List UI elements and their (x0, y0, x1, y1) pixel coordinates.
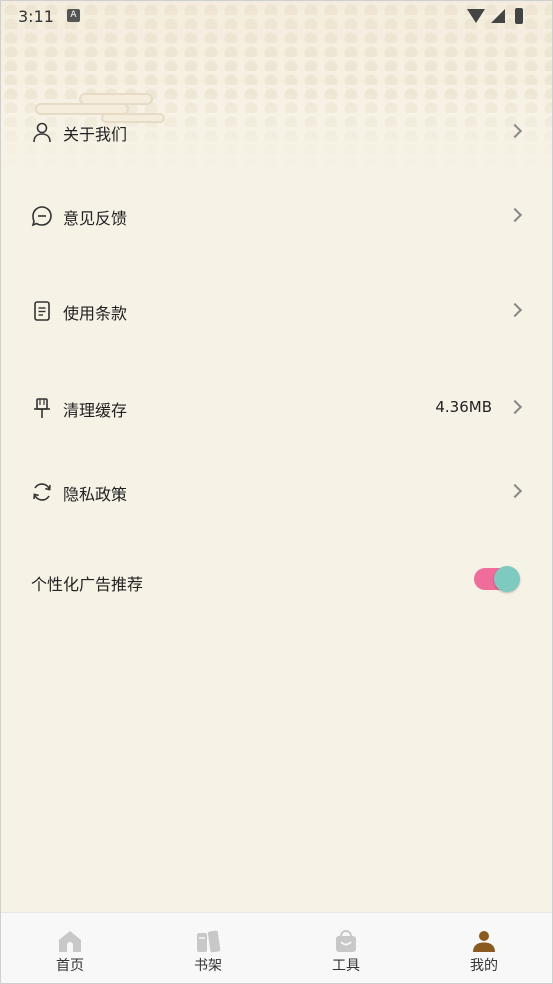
app-screen: 3:11 A 关于我们 意见反馈 使用条款 清理缓存 4.36MB 隐私政策 个… (0, 0, 553, 984)
nav-label: 工具 (332, 958, 360, 974)
menu-item-about[interactable]: 关于我们 (1, 111, 552, 151)
battery-icon (515, 8, 523, 24)
chevron-right-icon (507, 302, 523, 318)
status-bar: 3:11 A (1, 1, 552, 31)
personalized-ads-toggle[interactable] (474, 566, 520, 592)
notification-icon: A (67, 9, 80, 22)
menu-item-privacy[interactable]: 隐私政策 (1, 471, 552, 511)
profile-icon (473, 931, 495, 952)
chevron-right-icon (507, 399, 523, 415)
refresh-icon (33, 483, 51, 501)
menu-label: 意见反馈 (63, 209, 128, 228)
person-icon (33, 122, 51, 143)
menu-label: 清理缓存 (63, 401, 128, 420)
chat-icon (31, 206, 52, 227)
brush-icon (34, 398, 50, 418)
nav-item-bookshelf[interactable]: 书架 (139, 913, 277, 983)
bottom-navigation: 首页 书架 工具 我的 (1, 912, 552, 983)
menu-label: 使用条款 (63, 304, 128, 323)
toolbag-icon (336, 930, 356, 952)
cache-size-value: 4.36MB (435, 398, 492, 416)
toggle-knob (494, 566, 520, 592)
menu-item-clear-cache[interactable]: 清理缓存 4.36MB (1, 387, 552, 427)
nav-item-mine[interactable]: 我的 (415, 913, 552, 983)
menu-item-feedback[interactable]: 意见反馈 (1, 195, 552, 235)
menu-label: 隐私政策 (63, 485, 128, 504)
document-icon (34, 301, 50, 321)
home-icon (59, 931, 81, 952)
nav-label: 书架 (194, 958, 222, 974)
nav-label: 我的 (470, 958, 498, 974)
toggle-label: 个性化广告推荐 (31, 575, 144, 594)
chevron-right-icon (507, 207, 523, 223)
chevron-right-icon (507, 483, 523, 499)
signal-icon (491, 9, 505, 23)
status-icons (467, 7, 537, 25)
menu-item-terms[interactable]: 使用条款 (1, 290, 552, 330)
wifi-icon (467, 9, 485, 23)
personalized-ads-row: 个性化广告推荐 (1, 561, 552, 601)
bookshelf-icon (197, 930, 221, 953)
status-time: 3:11 (18, 7, 54, 26)
chevron-right-icon (507, 123, 523, 139)
nav-label: 首页 (56, 958, 84, 974)
nav-item-tools[interactable]: 工具 (277, 913, 415, 983)
menu-label: 关于我们 (63, 125, 128, 144)
nav-item-home[interactable]: 首页 (1, 913, 139, 983)
